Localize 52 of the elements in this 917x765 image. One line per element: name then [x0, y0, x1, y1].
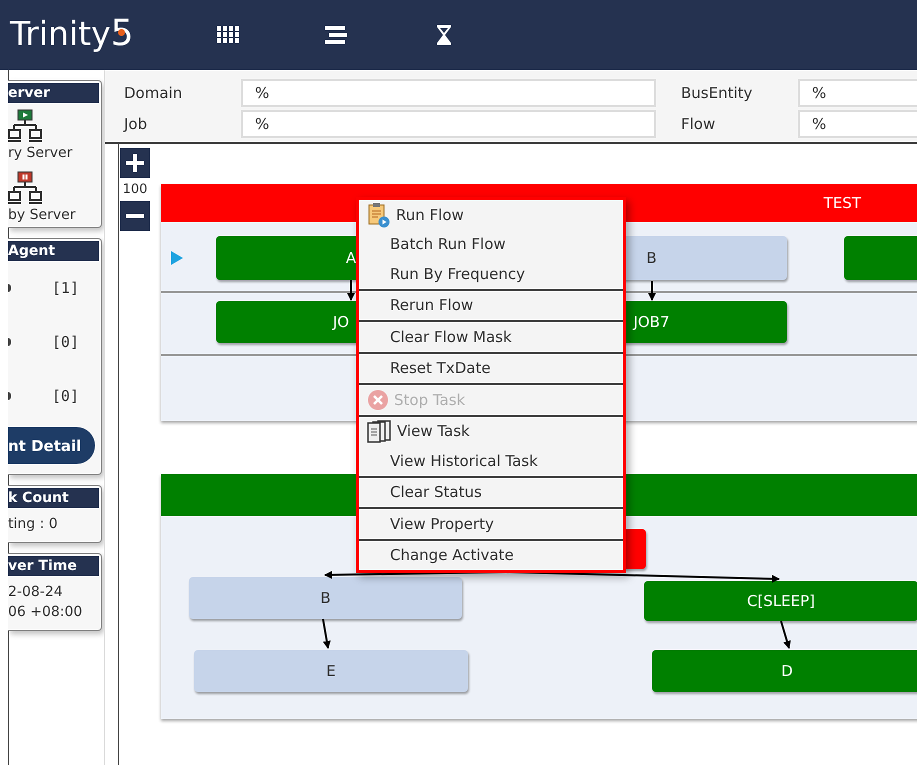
filter-field[interactable]: % — [798, 79, 917, 107]
agent-detail-button[interactable]: nt Detail — [8, 427, 95, 464]
menu-item[interactable]: Clear Flow Mask — [359, 322, 623, 352]
menu-item[interactable]: Change Activate — [359, 540, 623, 570]
filter-field[interactable]: % — [241, 110, 656, 138]
agent-count: [1] — [52, 279, 79, 297]
connector-arrow — [780, 620, 791, 649]
panel-title: ver Time — [8, 556, 99, 576]
panel-text: 2-08-24 — [8, 584, 64, 600]
server-label: ry Server — [8, 145, 72, 161]
flow-title: TEST — [824, 194, 861, 212]
status-mark — [8, 392, 11, 400]
job-node[interactable]: B — [189, 577, 462, 619]
menu-item[interactable]: Rerun Flow — [359, 290, 623, 320]
logo: Trinity5 — [10, 12, 135, 54]
panel-title: k Count — [8, 488, 99, 508]
connector-arrow — [648, 281, 656, 301]
connector-arrow — [322, 618, 331, 649]
filter-field[interactable]: % — [241, 79, 656, 107]
agent-count: [0] — [52, 387, 79, 405]
zoom-out-button[interactable] — [120, 201, 150, 231]
panel-text: ting : 0 — [8, 516, 59, 532]
filter-label: Domain — [124, 84, 184, 102]
panel-title: erver — [8, 83, 99, 103]
minus-icon — [125, 214, 145, 218]
menu-item[interactable]: Run Flow — [359, 200, 623, 230]
agent-count: [0] — [52, 333, 79, 351]
close-circle-icon — [367, 388, 389, 411]
menu-item[interactable]: Clear Status — [359, 478, 623, 507]
zoom-level: 100 — [122, 182, 148, 197]
clipboard-play-icon — [367, 202, 391, 228]
connector-arrow — [347, 280, 355, 301]
filter-field[interactable]: % — [798, 110, 917, 138]
job-node[interactable]: E — [194, 650, 468, 692]
clipboards-icon — [367, 419, 392, 444]
plus-icon — [125, 153, 145, 173]
menu-item[interactable]: View Task — [359, 416, 623, 446]
panel-title: Agent — [8, 241, 99, 261]
filter-label: Flow — [680, 115, 716, 133]
menu-item[interactable]: View Property — [359, 509, 623, 538]
job-node[interactable]: C[SLEEP] — [644, 581, 917, 621]
zoom-in-button[interactable] — [120, 148, 150, 178]
status-mark — [8, 284, 11, 292]
menu-item[interactable]: Reset TxDate — [359, 354, 623, 383]
filter-label: Job — [124, 115, 148, 133]
panel-text: 06 +08:00 — [8, 604, 84, 620]
play-marker-icon — [171, 251, 183, 265]
job-node[interactable]: D — [652, 650, 917, 692]
menu-item[interactable]: View Historical Task — [359, 446, 623, 476]
filter-label: BusEntity — [680, 84, 754, 102]
server-label: by Server — [8, 207, 76, 223]
status-mark — [8, 338, 11, 346]
